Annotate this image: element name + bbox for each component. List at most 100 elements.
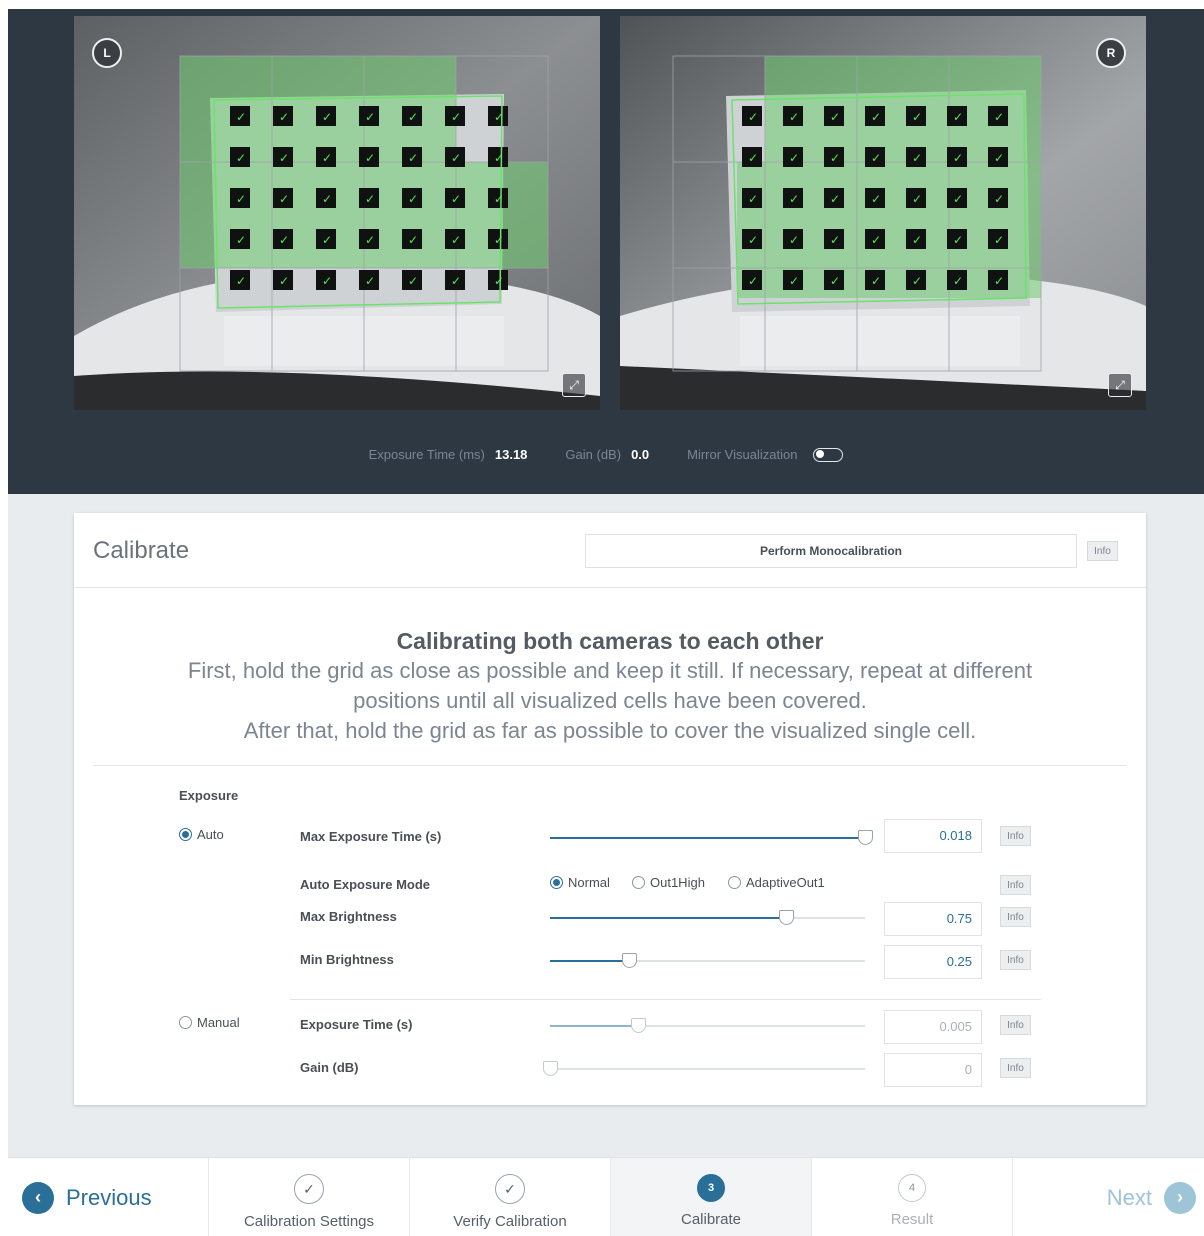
auto-radio-label: Auto bbox=[197, 827, 224, 842]
step-calibration-settings[interactable]: ✓ Calibration Settings bbox=[208, 1158, 409, 1236]
exposure-time-label: Exposure Time (ms) bbox=[368, 447, 485, 462]
left-camera-view[interactable]: ✓ ✓ ✓ ✓ ✓ ✓ ✓ ✓ ✓ ✓ ✓ ✓ ✓ ✓ ✓ ✓ ✓ ✓ ✓ ✓ ✓ ✓ ✓ ✓ ✓ ✓ ✓ ✓ ✓ ✓ ✓ ✓ ✓ ✓ ✓ L ⤢ bbox=[74, 16, 600, 410]
manual-radio-label: Manual bbox=[197, 1015, 240, 1030]
step-result[interactable]: 4 Result bbox=[811, 1158, 1012, 1236]
gain-info-button[interactable]: Info bbox=[1000, 1058, 1031, 1078]
checker-check-mark: ✓ bbox=[994, 233, 1004, 247]
exposure-time-info-button[interactable]: Info bbox=[1000, 1015, 1031, 1035]
auto-exposure-mode-info-button[interactable]: Info bbox=[1000, 875, 1031, 895]
mode-normal-dot[interactable] bbox=[550, 876, 563, 889]
gain-slider[interactable] bbox=[543, 1061, 865, 1076]
checker-check-mark: ✓ bbox=[953, 151, 963, 165]
auto-radio-dot[interactable] bbox=[179, 828, 192, 841]
step-label: Calibration Settings bbox=[243, 1213, 375, 1230]
checker-check-mark: ✓ bbox=[279, 151, 289, 165]
checker-check-mark: ✓ bbox=[451, 151, 461, 165]
left-expand-icon[interactable]: ⤢ bbox=[562, 373, 586, 397]
monocalibration-info-button[interactable]: Info bbox=[1087, 541, 1118, 561]
mode-adaptiveout1-dot[interactable] bbox=[728, 876, 741, 889]
exposure-time-input[interactable]: 0.005 bbox=[884, 1010, 982, 1044]
manual-radio-dot[interactable] bbox=[179, 1016, 192, 1029]
slider-thumb[interactable] bbox=[631, 1018, 647, 1033]
checker-check-mark: ✓ bbox=[365, 151, 375, 165]
right-camera-view[interactable]: ✓ ✓ ✓ ✓ ✓ ✓ ✓ ✓ ✓ ✓ ✓ ✓ ✓ ✓ ✓ ✓ ✓ ✓ ✓ ✓ ✓ ✓ ✓ ✓ ✓ ✓ ✓ ✓ ✓ ✓ ✓ ✓ ✓ ✓ ✓ R ⤢ bbox=[620, 16, 1146, 410]
min-brightness-slider[interactable] bbox=[550, 953, 865, 968]
checker-check-mark: ✓ bbox=[789, 274, 799, 288]
checker-check-mark: ✓ bbox=[451, 192, 461, 206]
max-exposure-label: Max Exposure Time (s) bbox=[300, 829, 442, 844]
mode-adaptiveout1-label: AdaptiveOut1 bbox=[746, 875, 825, 890]
max-brightness-slider[interactable] bbox=[550, 910, 865, 925]
check-icon: ✓ bbox=[294, 1174, 324, 1204]
min-brightness-input[interactable]: 0.25 bbox=[884, 945, 982, 979]
max-brightness-input[interactable]: 0.75 bbox=[884, 902, 982, 936]
checker-check-mark: ✓ bbox=[451, 274, 461, 288]
checker-check-mark: ✓ bbox=[236, 192, 246, 206]
perform-monocalibration-button[interactable]: Perform Monocalibration bbox=[585, 534, 1077, 568]
max-exposure-info-button[interactable]: Info bbox=[1000, 826, 1031, 846]
checker-check-mark: ✓ bbox=[994, 274, 1004, 288]
instructions-line-2: positions until all visualized cells hav… bbox=[353, 688, 867, 713]
max-exposure-input[interactable]: 0.018 bbox=[884, 819, 982, 853]
mode-out1high-radio[interactable]: Out1High bbox=[632, 875, 705, 890]
gain-input[interactable]: 0 bbox=[884, 1053, 982, 1087]
min-brightness-info-button[interactable]: Info bbox=[1000, 950, 1031, 970]
gain-label: Gain (dB) bbox=[565, 447, 622, 462]
step-label: Verify Calibration bbox=[453, 1213, 567, 1230]
checker-check-mark: ✓ bbox=[994, 192, 1004, 206]
slider-fill bbox=[550, 917, 787, 919]
auto-exposure-mode-label: Auto Exposure Mode bbox=[300, 877, 431, 892]
checker-check-mark: ✓ bbox=[871, 274, 881, 288]
max-exposure-slider[interactable] bbox=[550, 830, 873, 845]
divider bbox=[290, 999, 1041, 1000]
previous-button[interactable]: ‹ Previous bbox=[22, 1158, 152, 1236]
calibrate-card: Calibrate Perform Monocalibration Info C… bbox=[74, 513, 1146, 1105]
mode-out1high-dot[interactable] bbox=[632, 876, 645, 889]
slider-thumb[interactable] bbox=[543, 1061, 558, 1076]
checker-check-mark: ✓ bbox=[830, 192, 840, 206]
checker-check-mark: ✓ bbox=[953, 233, 963, 247]
checker-check-mark: ✓ bbox=[365, 274, 375, 288]
max-brightness-info-button[interactable]: Info bbox=[1000, 907, 1031, 927]
camera-parameters: Exposure Time (ms) 13.18 Gain (dB) 0.0 M… bbox=[8, 447, 1204, 462]
checker-check-mark: ✓ bbox=[322, 110, 332, 124]
exposure-section-label: Exposure bbox=[179, 788, 239, 803]
next-button[interactable]: Next › bbox=[1107, 1158, 1196, 1236]
exposure-time-label: Exposure Time (s) bbox=[300, 1017, 413, 1032]
mode-normal-radio[interactable]: Normal bbox=[550, 875, 610, 890]
checker-check-mark: ✓ bbox=[279, 274, 289, 288]
max-brightness-label: Max Brightness bbox=[300, 909, 397, 924]
exposure-time-slider[interactable] bbox=[550, 1018, 865, 1033]
checker-check-mark: ✓ bbox=[494, 151, 504, 165]
slider-thumb[interactable] bbox=[779, 910, 795, 925]
checker-check-mark: ✓ bbox=[408, 233, 418, 247]
step-calibrate[interactable]: 3 Calibrate bbox=[610, 1158, 811, 1236]
checker-check-mark: ✓ bbox=[408, 274, 418, 288]
checker-check-mark: ✓ bbox=[871, 192, 881, 206]
auto-radio[interactable]: Auto bbox=[179, 827, 224, 842]
card-header: Calibrate Perform Monocalibration Info bbox=[74, 513, 1146, 588]
gain-value: 0.0 bbox=[631, 447, 650, 462]
checker-check-mark: ✓ bbox=[322, 274, 332, 288]
right-camera-image: ✓ ✓ ✓ ✓ ✓ ✓ ✓ ✓ ✓ ✓ ✓ ✓ ✓ ✓ ✓ ✓ ✓ ✓ ✓ ✓ ✓ ✓ ✓ ✓ ✓ ✓ ✓ ✓ ✓ ✓ ✓ ✓ ✓ ✓ ✓ bbox=[620, 16, 1146, 410]
mode-adaptiveout1-radio[interactable]: AdaptiveOut1 bbox=[728, 875, 825, 890]
camera-area: ✓ ✓ ✓ ✓ ✓ ✓ ✓ ✓ ✓ ✓ ✓ ✓ ✓ ✓ ✓ ✓ ✓ ✓ ✓ ✓ ✓ ✓ ✓ ✓ ✓ ✓ ✓ ✓ ✓ ✓ ✓ ✓ ✓ ✓ ✓ L ⤢ bbox=[8, 9, 1204, 494]
right-expand-icon[interactable]: ⤢ bbox=[1108, 373, 1132, 397]
divider bbox=[93, 765, 1127, 766]
manual-radio[interactable]: Manual bbox=[179, 1015, 240, 1030]
checker-check-mark: ✓ bbox=[322, 192, 332, 206]
slider-thumb[interactable] bbox=[858, 830, 873, 845]
checker-check-mark: ✓ bbox=[408, 151, 418, 165]
checker-check-mark: ✓ bbox=[365, 192, 375, 206]
gain-label-manual: Gain (dB) bbox=[300, 1060, 359, 1075]
checker-check-mark: ✓ bbox=[748, 233, 758, 247]
checker-check-mark: ✓ bbox=[279, 110, 289, 124]
slider-thumb[interactable] bbox=[621, 953, 637, 968]
checker-check-mark: ✓ bbox=[236, 233, 246, 247]
mirror-visualization-toggle[interactable] bbox=[813, 447, 844, 462]
instructions: Calibrating both cameras to each other F… bbox=[74, 588, 1146, 746]
step-verify-calibration[interactable]: ✓ Verify Calibration bbox=[409, 1158, 610, 1236]
left-camera-badge: L bbox=[92, 38, 122, 68]
checker-check-mark: ✓ bbox=[871, 110, 881, 124]
step-label: Result bbox=[890, 1211, 934, 1228]
